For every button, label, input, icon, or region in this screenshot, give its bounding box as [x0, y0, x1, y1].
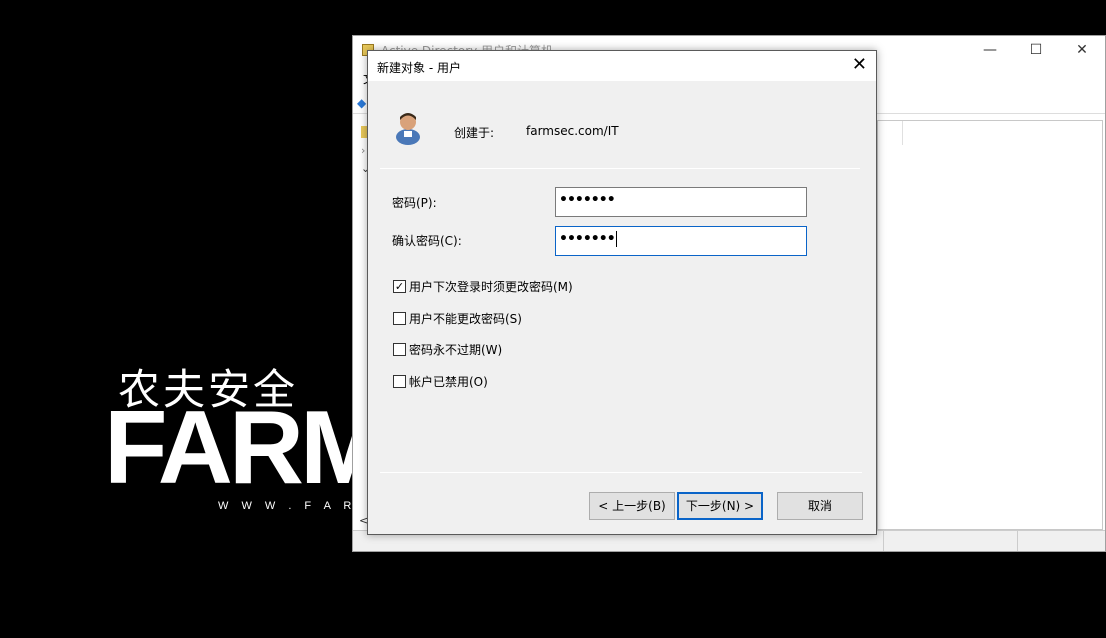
- checkbox-empty-icon[interactable]: [393, 311, 406, 325]
- status-separator: [883, 531, 884, 551]
- next-button[interactable]: 下一步(N) >: [677, 492, 763, 520]
- created-in-value: farmsec.com/IT: [526, 124, 619, 138]
- divider: [380, 472, 862, 473]
- confirm-password-value: •••••••: [559, 231, 616, 247]
- confirm-password-field[interactable]: •••••••: [555, 226, 807, 256]
- dialog-titlebar: 新建对象 - 用户 ✕: [368, 51, 876, 81]
- tree-expand-icon[interactable]: ›: [361, 144, 365, 157]
- cancel-button[interactable]: 取消: [777, 492, 863, 520]
- status-separator: [1017, 531, 1018, 551]
- checkbox-label: 帐户已禁用(O): [409, 374, 488, 389]
- checkbox-label: 密码永不过期(W): [409, 342, 503, 357]
- brand-logo-english: FARM: [104, 396, 352, 500]
- must-change-password-checkbox[interactable]: ✓ 用户下次登录时须更改密码(M): [393, 278, 573, 294]
- text-caret: [615, 231, 617, 247]
- password-never-expires-checkbox[interactable]: 密码永不过期(W): [393, 341, 502, 357]
- minimize-button[interactable]: —: [975, 40, 1005, 60]
- divider: [380, 168, 860, 169]
- maximize-button[interactable]: ☐: [1021, 40, 1051, 60]
- back-arrow-icon[interactable]: ◆: [357, 96, 366, 110]
- password-field[interactable]: •••••••: [555, 187, 807, 217]
- password-value: •••••••: [559, 192, 616, 208]
- checkbox-empty-icon[interactable]: [393, 342, 406, 356]
- user-icon: [396, 113, 420, 145]
- back-button[interactable]: < 上一步(B): [589, 492, 675, 520]
- checkbox-label: 用户不能更改密码(S): [409, 311, 522, 326]
- column-divider: [902, 121, 903, 145]
- dialog-title: 新建对象 - 用户: [377, 61, 461, 75]
- new-user-dialog: 新建对象 - 用户 ✕ 创建于: farmsec.com/IT 密码(P): •…: [367, 50, 877, 535]
- cannot-change-password-checkbox[interactable]: 用户不能更改密码(S): [393, 310, 522, 326]
- brand-url: W W W . F A R M S E: [218, 500, 352, 512]
- checkbox-checked-icon[interactable]: ✓: [393, 279, 406, 293]
- checkbox-empty-icon[interactable]: [393, 374, 406, 388]
- account-disabled-checkbox[interactable]: 帐户已禁用(O): [393, 373, 488, 389]
- confirm-password-label: 确认密码(C):: [392, 234, 462, 248]
- password-label: 密码(P):: [392, 196, 437, 210]
- dialog-close-icon[interactable]: ✕: [852, 55, 867, 75]
- details-pane: [877, 120, 1103, 530]
- window-close-button[interactable]: ✕: [1067, 40, 1097, 60]
- checkbox-label: 用户下次登录时须更改密码(M): [409, 279, 573, 294]
- created-in-label: 创建于:: [454, 126, 495, 140]
